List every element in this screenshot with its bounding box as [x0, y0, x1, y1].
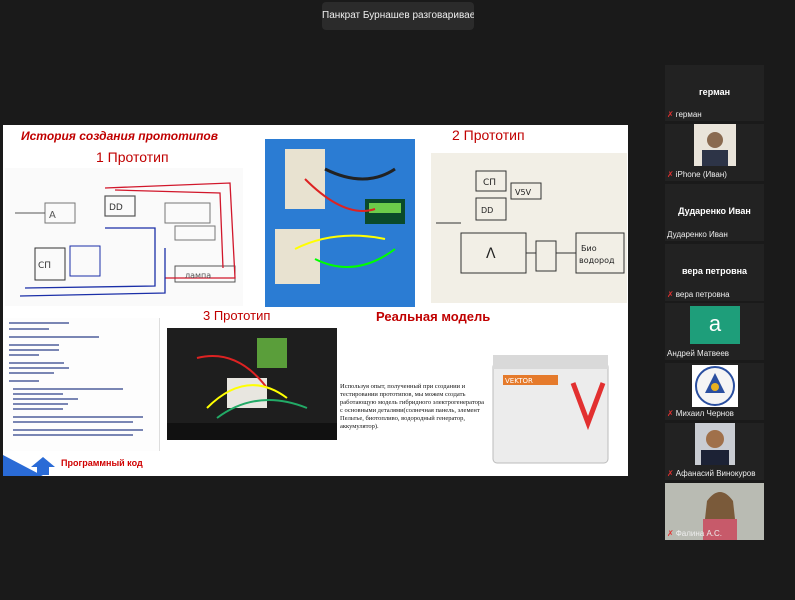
- mic-muted-icon: ✗: [667, 409, 674, 418]
- active-speaker-toast: Панкрат Бурнашев разговаривает...: [322, 2, 474, 30]
- participant-tile-falina[interactable]: ✗ Фалина А.С.: [665, 483, 764, 540]
- school-emblem-icon: [695, 366, 735, 406]
- mic-muted-icon: ✗: [667, 529, 674, 538]
- participant-label: ✗ вера петровна: [667, 290, 730, 299]
- participant-label: Андрей Матвеев: [667, 349, 730, 358]
- person-video-icon: [702, 132, 728, 166]
- prototype3-photo-art: [167, 328, 337, 440]
- breadboard-photo-art: [265, 139, 415, 307]
- participant-label: ✗ iPhone (Иван): [667, 170, 727, 179]
- history-title: История создания прототипов: [21, 129, 218, 143]
- shared-screen-slide: A DD СП лампа СП V5V DD Λ Био водород VE…: [3, 125, 628, 476]
- svg-text:водород: водород: [579, 256, 615, 265]
- prototype2-sketch: СП V5V DD Λ Био водород: [431, 153, 627, 303]
- participant-tile-vera[interactable]: вера петровна ✗ вера петровна: [665, 244, 764, 301]
- code-screenshot: [5, 318, 160, 451]
- svg-text:V5V: V5V: [515, 188, 532, 197]
- svg-text:DD: DD: [109, 203, 123, 213]
- prototype1-schematic: A DD СП лампа: [15, 182, 236, 297]
- participant-name-large: Дударенко Иван: [678, 206, 751, 216]
- svg-text:A: A: [49, 210, 56, 221]
- participant-tile-andrey[interactable]: а Андрей Матвеев: [665, 303, 764, 360]
- participant-label: ✗ Михаил Чернов: [667, 409, 734, 418]
- prototype2-title: 2 Прототип: [452, 127, 525, 143]
- mic-muted-icon: ✗: [667, 110, 674, 119]
- participant-tile-dudarenko[interactable]: Дударенко Иван Дударенко Иван: [665, 184, 764, 241]
- prototype1-title: 1 Прототип: [96, 149, 169, 165]
- code-lines: [9, 322, 143, 436]
- participant-logo: [692, 365, 738, 407]
- participant-video: [695, 423, 735, 465]
- svg-text:лампа: лампа: [185, 271, 211, 280]
- battery-photo: VEKTOR: [483, 343, 621, 469]
- participant-video: [694, 124, 736, 166]
- slide-description: Используя опыт, полученный при создании …: [340, 383, 485, 430]
- svg-text:Λ: Λ: [486, 246, 496, 262]
- prototype3-title: 3 Прототип: [203, 308, 271, 323]
- prototype2-schematic: СП V5V DD Λ Био водород: [436, 170, 625, 274]
- participant-tile-german[interactable]: герман ✗ герман: [665, 65, 764, 121]
- svg-text:VEKTOR: VEKTOR: [505, 377, 533, 385]
- participant-label: ✗ Афанасий Винокуров: [667, 469, 756, 478]
- participant-label: ✗ герман: [667, 110, 702, 119]
- svg-text:СП: СП: [483, 178, 496, 188]
- prototype1-sketch: A DD СП лампа: [5, 168, 243, 306]
- participant-label: ✗ Фалина А.С.: [667, 529, 723, 538]
- battery-art: VEKTOR: [492, 355, 609, 464]
- person-video-icon: [701, 430, 729, 465]
- svg-text:СП: СП: [38, 261, 51, 271]
- mic-muted-icon: ✗: [667, 290, 674, 299]
- avatar: а: [690, 306, 740, 344]
- prototype3-photo: [167, 328, 337, 440]
- participant-tile-mikhail[interactable]: ✗ Михаил Чернов: [665, 363, 764, 420]
- participant-name-large: вера петровна: [681, 266, 748, 276]
- svg-text:DD: DD: [481, 206, 493, 215]
- participant-tile-iphone-ivan[interactable]: ✗ iPhone (Иван): [665, 124, 764, 181]
- code-label: Программный код: [61, 458, 143, 468]
- participant-label: Дударенко Иван: [667, 230, 728, 239]
- breadboard-photo: [265, 139, 415, 307]
- participant-tile-afanasiy[interactable]: ✗ Афанасий Винокуров: [665, 423, 764, 480]
- svg-text:Био: Био: [581, 244, 597, 253]
- mic-muted-icon: ✗: [667, 170, 674, 179]
- real-model-title: Реальная модель: [376, 309, 491, 324]
- mic-muted-icon: ✗: [667, 469, 674, 478]
- participant-name-large: герман: [698, 87, 731, 97]
